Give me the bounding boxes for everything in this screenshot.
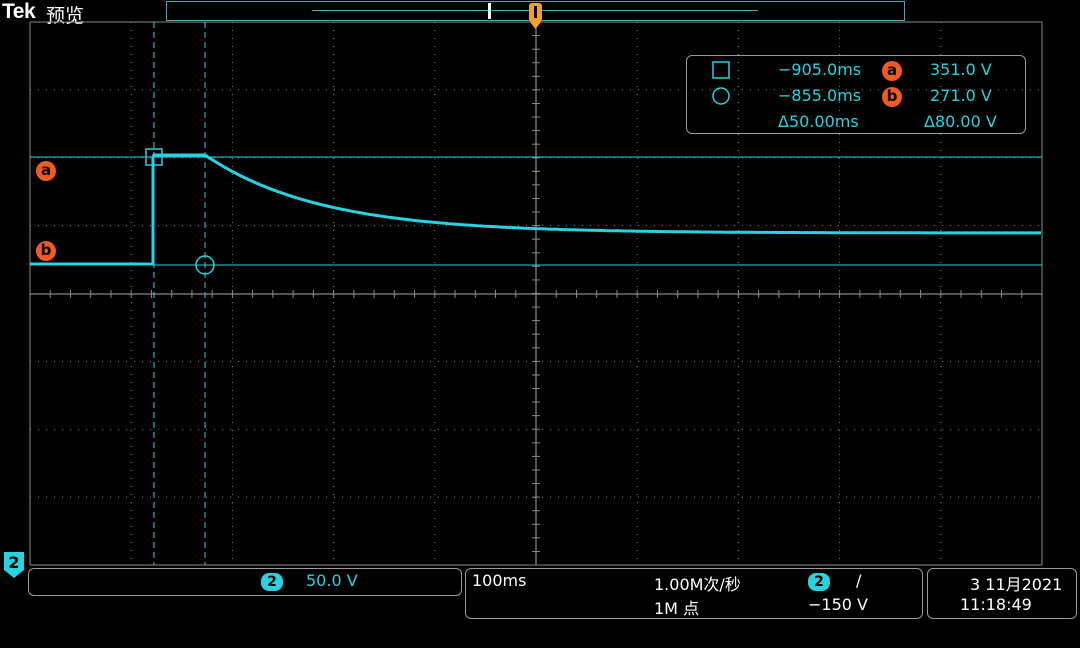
channel-2-ground-marker[interactable]: 2 xyxy=(4,552,24,578)
trigger-position-marker[interactable] xyxy=(529,3,542,29)
cursor-delta-time: Δ50.00ms xyxy=(778,112,859,131)
cursor-a-marker[interactable]: a xyxy=(36,161,56,181)
cursor-a-time: −905.0ms xyxy=(778,60,862,79)
trigger-slope: / xyxy=(856,571,862,590)
channel-2-panel[interactable] xyxy=(28,568,462,596)
clock-date: 3 11月2021 xyxy=(970,575,1063,594)
cursor-a-value: 351.0 V xyxy=(930,60,992,79)
channel-2-waveform-decay xyxy=(204,153,1041,235)
channel-2-badge: 2 xyxy=(261,573,283,591)
cursor-b-value: 271.0 V xyxy=(930,86,992,105)
record-length: 1M 点 xyxy=(654,599,700,618)
ground-marker-label: 2 xyxy=(8,553,19,572)
cursor-b-marker[interactable]: b xyxy=(36,241,56,261)
cursor-b-readout-marker: b xyxy=(882,87,902,107)
cursor-a-readout-marker: a xyxy=(882,61,902,81)
cursor-b-time: −855.0ms xyxy=(778,86,862,105)
horizontal-scale: 100ms xyxy=(472,571,527,590)
cursor-delta-value: Δ80.00 V xyxy=(924,112,997,131)
channel-2-waveform xyxy=(30,153,205,266)
clock-time: 11:18:49 xyxy=(960,595,1032,614)
sample-rate: 1.00M次/秒 xyxy=(654,575,741,594)
channel-2-scale: 50.0 V xyxy=(306,571,358,590)
trigger-level: −150 V xyxy=(808,595,868,614)
trigger-channel-badge: 2 xyxy=(808,573,830,591)
